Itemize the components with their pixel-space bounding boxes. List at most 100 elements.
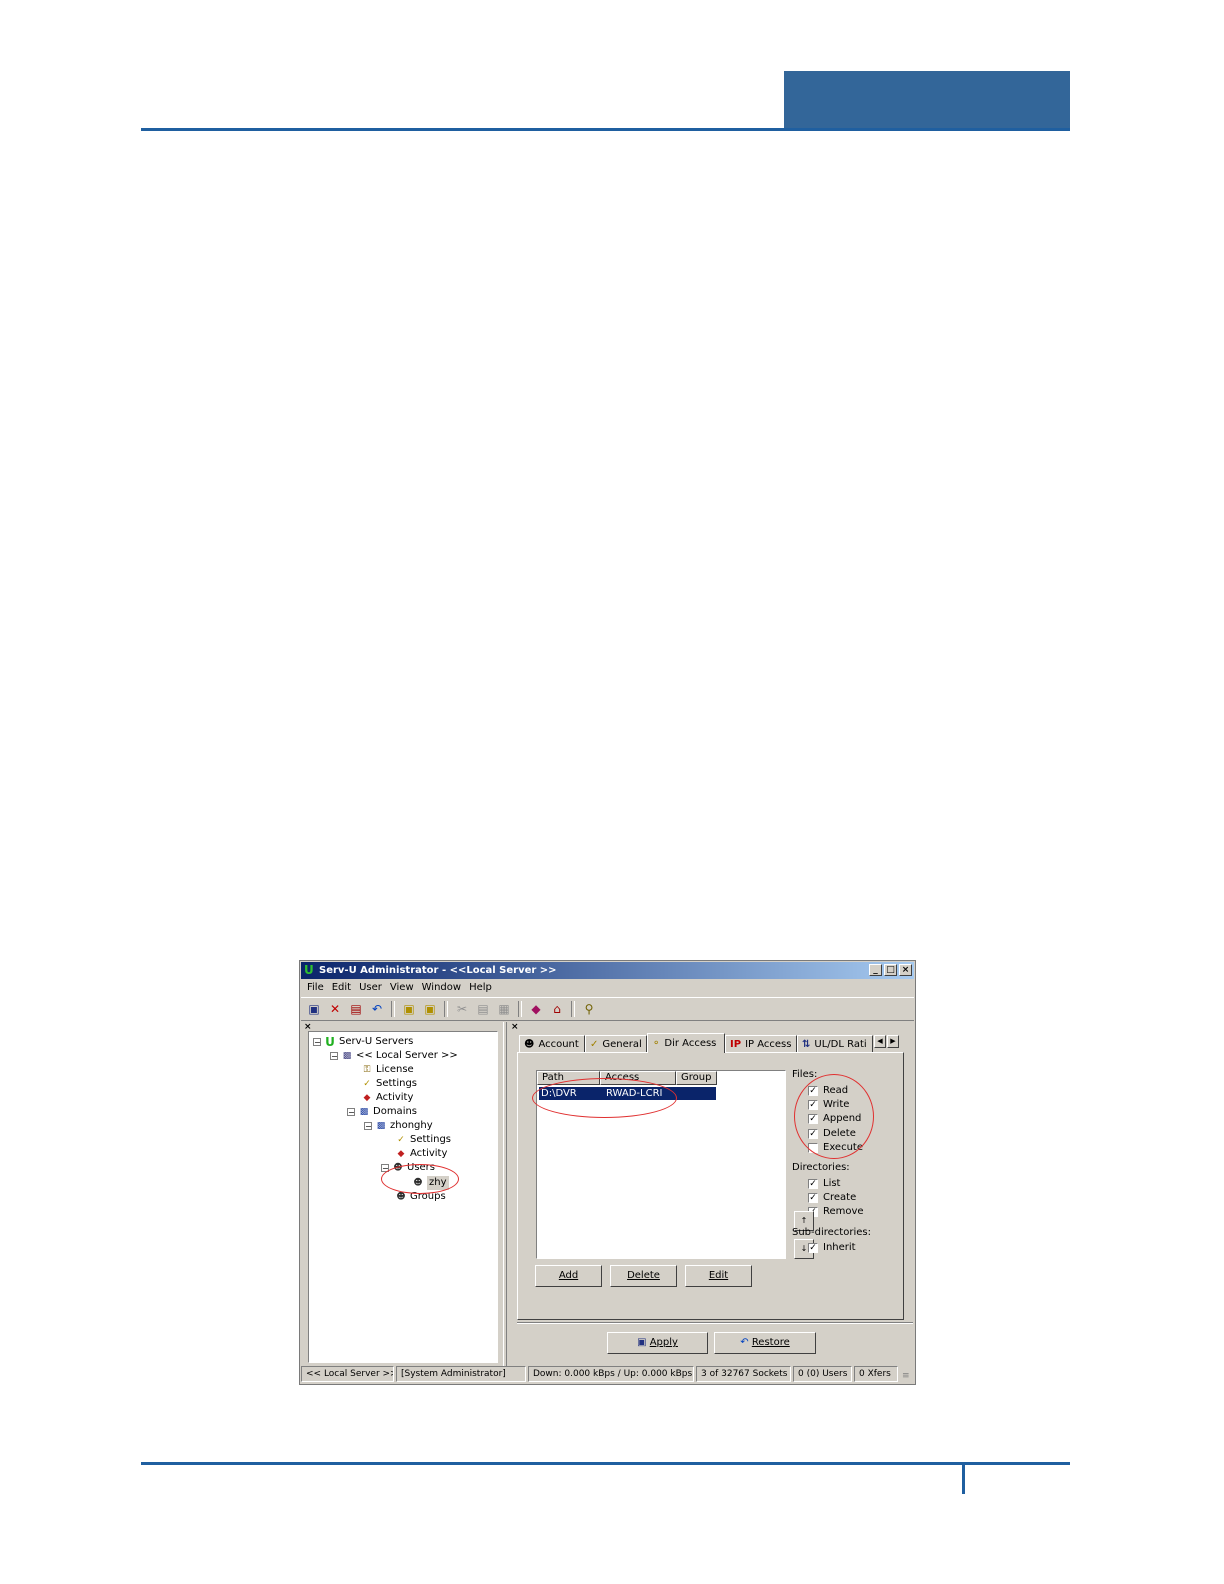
status-sockets: 3 of 32767 Sockets (696, 1366, 791, 1382)
activity-icon: ◆ (397, 1149, 405, 1159)
tab-scroll-left-icon[interactable]: ◀ (874, 1035, 886, 1048)
general-icon: ✓ (590, 1038, 599, 1050)
checkbox-label: Remove (823, 1206, 864, 1217)
title-bar[interactable]: U Serv-U Administrator - <<Local Server … (301, 962, 914, 979)
apply-button[interactable]: ▣ Apply (607, 1332, 708, 1354)
settings-icon: ✓ (397, 1135, 405, 1145)
annotation-circle-files (794, 1074, 874, 1159)
paste-icon[interactable]: ▦ (495, 1000, 513, 1018)
menu-view[interactable]: View (388, 979, 420, 996)
restore-button-label: Restore (751, 1337, 790, 1348)
toolbar: ▣ ✕ ▤ ↶ ▣ ▣ ✂ ▤ ▦ ◆ ⌂ ⚲ (301, 997, 914, 1021)
close-button[interactable]: × (899, 964, 912, 976)
tab-label: General (602, 1038, 642, 1050)
menu-help[interactable]: Help (467, 979, 498, 996)
resize-grip-icon[interactable]: ≡ (902, 1371, 913, 1382)
delete-button[interactable]: Delete (610, 1265, 677, 1287)
menu-window[interactable]: Window (420, 979, 467, 996)
toolbar-separator (444, 1001, 448, 1017)
tree-item-activity[interactable]: ◆ Activity (361, 1091, 414, 1105)
tab-scroll-right-icon[interactable]: ▶ (887, 1035, 899, 1048)
activity-icon: ◆ (363, 1093, 371, 1103)
ip-icon: IP (730, 1038, 742, 1050)
delete-icon[interactable]: ✕ (326, 1000, 344, 1018)
domains-icon: ▩ (359, 1107, 369, 1117)
cut-icon[interactable]: ✂ (453, 1000, 471, 1018)
checkbox-list[interactable]: ✓ List (808, 1177, 840, 1190)
tree-item-label: Settings (376, 1078, 418, 1089)
toolbar-separator (518, 1001, 522, 1017)
footer-rule (141, 1462, 1070, 1465)
annotation-circle-path (532, 1078, 677, 1118)
tree-item-label: Domains (373, 1106, 418, 1117)
status-bar: << Local Server >> [System Administrator… (301, 1366, 914, 1384)
tab-general[interactable]: ✓ General (585, 1035, 647, 1052)
header-rule (141, 128, 1070, 131)
restore-button[interactable]: ↶ Restore (714, 1332, 816, 1354)
separator (517, 1322, 913, 1324)
edit-button[interactable]: Edit (685, 1265, 752, 1287)
add-button[interactable]: Add (535, 1265, 602, 1287)
checkbox-box[interactable]: ✓ (808, 1192, 818, 1203)
collapse-icon[interactable]: − (347, 1108, 355, 1117)
server-icon[interactable]: ⌂ (548, 1000, 566, 1018)
book-icon[interactable]: ◆ (527, 1000, 545, 1018)
tree-item-label: Serv-U Servers (339, 1036, 414, 1047)
status-user-role: [System Administrator] (396, 1366, 526, 1382)
right-pane-close-icon[interactable]: × (511, 1022, 519, 1032)
maximize-button[interactable]: □ (884, 964, 897, 976)
window-title: Serv-U Administrator - <<Local Server >> (319, 965, 557, 976)
tree-item-settings[interactable]: ✓ Settings (361, 1077, 417, 1091)
column-header-group[interactable]: Group (676, 1071, 717, 1085)
collapse-icon[interactable]: − (364, 1122, 372, 1131)
tree-item-label: Activity (410, 1148, 448, 1159)
tree-item-zhonghy[interactable]: − ▩ zhonghy (364, 1119, 433, 1133)
folder-icon[interactable]: ▣ (400, 1000, 418, 1018)
key-icon: ⚿ (363, 1065, 371, 1075)
collapse-icon[interactable]: − (330, 1052, 338, 1061)
tab-label: Account (538, 1038, 579, 1050)
tree-item-serv-u-servers[interactable]: − U Serv-U Servers (313, 1035, 413, 1049)
tree-item-domain-activity[interactable]: ◆ Activity (395, 1147, 448, 1161)
status-server: << Local Server >> (301, 1366, 394, 1382)
tree-item-label: License (376, 1064, 414, 1075)
tab-strip: ☻ Account ✓ General ⚬ Dir Access IP IP A… (517, 1033, 909, 1053)
checkbox-label: Inherit (823, 1242, 856, 1253)
menu-file[interactable]: File (305, 979, 330, 996)
copy-icon[interactable]: ▤ (347, 1000, 365, 1018)
checkbox-box[interactable]: ✓ (808, 1242, 818, 1253)
help-icon[interactable]: ⚲ (580, 1000, 598, 1018)
restore-icon: ↶ (740, 1337, 749, 1348)
settings-icon: ✓ (363, 1079, 371, 1089)
save-icon[interactable]: ▣ (305, 1000, 323, 1018)
footer-tick (962, 1462, 965, 1494)
serv-u-icon: U (325, 1035, 335, 1049)
status-xfers: 0 Xfers (854, 1366, 898, 1382)
checkbox-remove[interactable]: ✓ Remove (808, 1205, 864, 1218)
checkbox-create[interactable]: ✓ Create (808, 1191, 856, 1204)
tree-item-local-server[interactable]: − ▩ << Local Server >> (330, 1049, 458, 1063)
copy2-icon[interactable]: ▤ (474, 1000, 492, 1018)
undo-icon[interactable]: ↶ (368, 1000, 386, 1018)
tree-item-license[interactable]: ⚿ License (361, 1063, 414, 1077)
tab-ul-dl-ratio[interactable]: ⇅ UL/DL Rati (797, 1035, 873, 1052)
toolbar-separator (571, 1001, 575, 1017)
menu-user[interactable]: User (357, 979, 388, 996)
tab-ip-access[interactable]: IP IP Access (725, 1035, 797, 1052)
tab-label: IP Access (745, 1038, 792, 1050)
tab-dir-access[interactable]: ⚬ Dir Access (647, 1033, 725, 1053)
tab-account[interactable]: ☻ Account (519, 1035, 585, 1052)
apply-button-label: Apply (649, 1337, 678, 1348)
tree-item-label: Activity (376, 1092, 414, 1103)
collapse-icon[interactable]: − (313, 1038, 321, 1047)
tree-item-domains[interactable]: − ▩ Domains (347, 1105, 417, 1119)
tree-item-domain-settings[interactable]: ✓ Settings (395, 1133, 451, 1147)
checkbox-box[interactable]: ✓ (808, 1178, 818, 1189)
checkbox-inherit[interactable]: ✓ Inherit (808, 1241, 856, 1254)
pane-splitter[interactable] (503, 1022, 507, 1366)
tree-item-label: zhonghy (390, 1120, 433, 1131)
minimize-button[interactable]: _ (869, 964, 882, 976)
folder-refresh-icon[interactable]: ▣ (421, 1000, 439, 1018)
menu-edit[interactable]: Edit (330, 979, 357, 996)
subdirectories-group-label: Sub-directories: (792, 1227, 871, 1238)
